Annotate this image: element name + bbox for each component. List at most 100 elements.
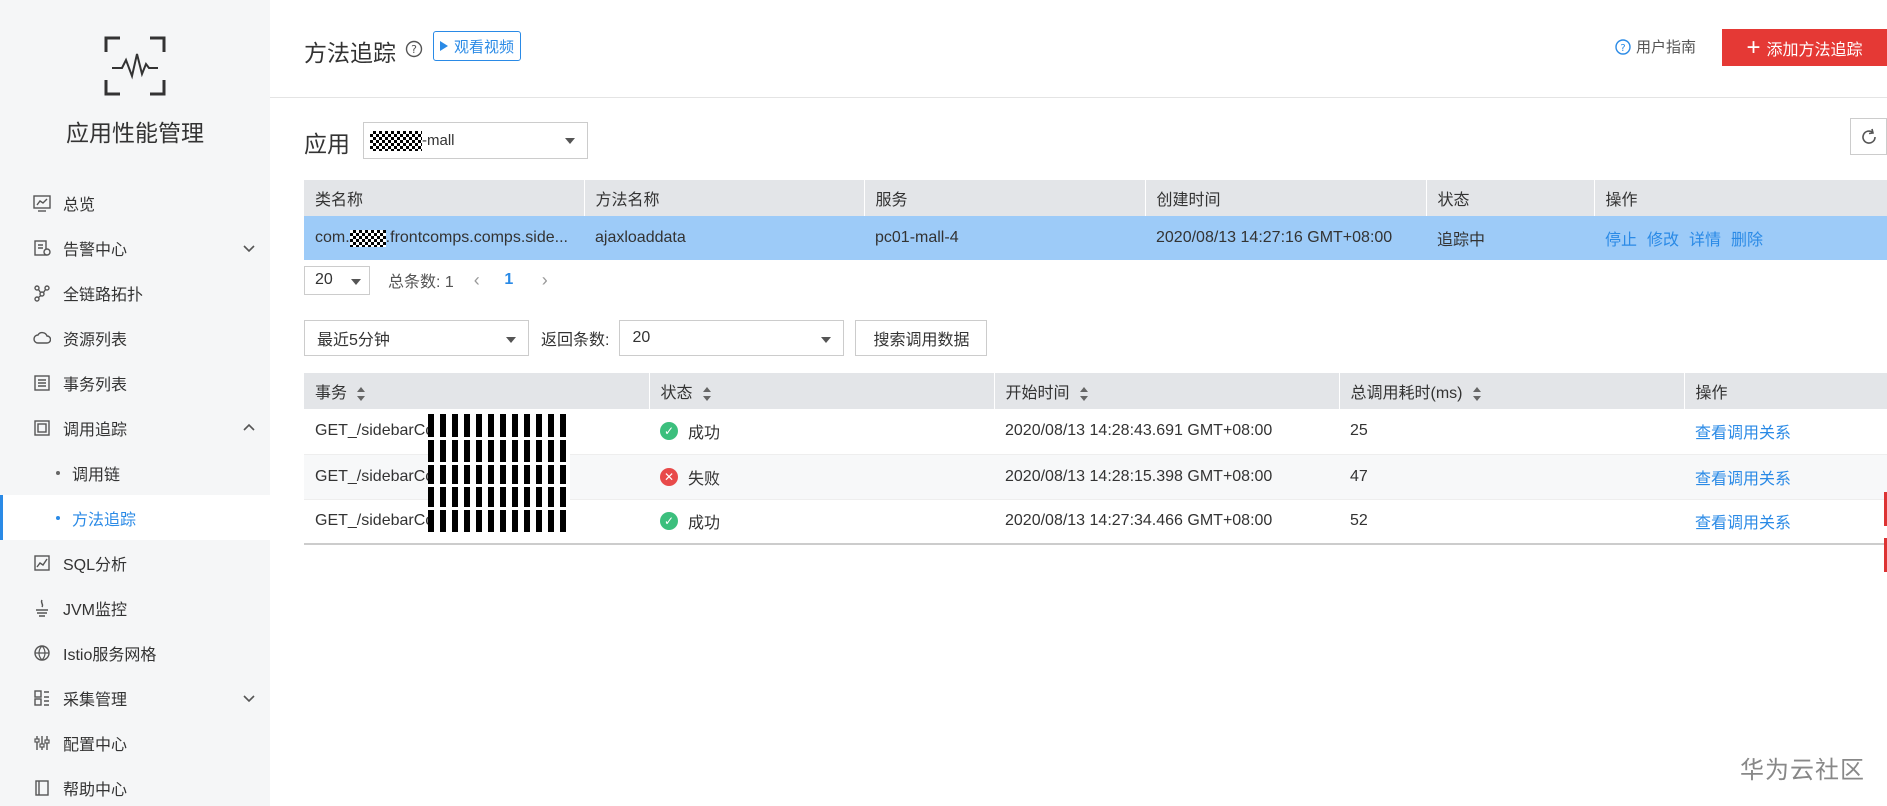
created-time-cell: 2020/08/13 14:27:16 GMT+08:00: [1145, 216, 1426, 260]
watch-video-button[interactable]: 观看视频: [433, 31, 522, 61]
list-icon: [32, 373, 52, 393]
sidebar-item-resources[interactable]: 资源列表: [0, 315, 270, 360]
table-header-row: 事务 状态 开始时间 总调用耗时(ms) 操作: [304, 373, 1887, 409]
status-text: 成功: [688, 515, 721, 533]
add-method-trace-button[interactable]: + 添加方法追踪: [1722, 29, 1887, 66]
mask-gap: [428, 507, 570, 510]
sidebar-item-sql[interactable]: SQL分析: [0, 540, 270, 585]
class-name-cell: com. .frontcomps.comps.side...: [304, 216, 584, 260]
java-icon: [32, 598, 52, 618]
redacted-mask: [428, 410, 570, 532]
page-number[interactable]: 1: [496, 271, 522, 289]
actions-cell: 查看调用关系: [1684, 454, 1887, 500]
table-row[interactable]: com. .frontcomps.comps.side... ajaxloadd…: [304, 216, 1887, 260]
column-header-duration[interactable]: 总调用耗时(ms): [1338, 373, 1684, 409]
return-count-label: 返回条数:: [541, 332, 610, 349]
search-call-data-button[interactable]: 搜索调用数据: [855, 320, 988, 356]
transaction-name: GET_/sidebarCc: [315, 467, 434, 485]
next-page-icon[interactable]: ›: [532, 270, 558, 291]
sidebar-item-alarm[interactable]: 告警中心: [0, 225, 270, 270]
method-trace-table: 类名称 方法名称 服务 创建时间 状态 操作 com. .frontcomps.…: [304, 180, 1887, 260]
transaction-name: GET_/sidebarCc: [315, 512, 434, 530]
redacted-mask: [370, 130, 422, 151]
sort-icon: [1472, 386, 1481, 401]
return-count-value: 20: [632, 329, 651, 346]
plus-icon: +: [1746, 33, 1761, 61]
chevron-down-icon: [243, 245, 255, 253]
sidebar-item-help[interactable]: 帮助中心: [0, 765, 270, 806]
caret-down-icon: [565, 138, 575, 144]
refresh-button[interactable]: [1850, 118, 1887, 155]
sidebar-subitem-label: 方法追踪: [72, 511, 137, 529]
sidebar-subitem-call-chain[interactable]: 调用链: [0, 450, 270, 495]
chevron-up-icon: [243, 423, 255, 431]
edit-link[interactable]: 修改: [1647, 232, 1679, 249]
column-header-label: 事务: [315, 385, 348, 402]
details-link[interactable]: 详情: [1689, 232, 1721, 249]
chevron-down-icon: [243, 695, 255, 703]
sidebar-item-label: 帮助中心: [63, 781, 128, 799]
watch-video-label: 观看视频: [454, 38, 515, 56]
start-time-cell: 2020/08/13 14:28:15.398 GMT+08:00: [994, 454, 1339, 500]
stop-link[interactable]: 停止: [1605, 232, 1637, 249]
sidebar-item-trace[interactable]: 调用追踪: [0, 405, 270, 450]
sidebar-item-transactions[interactable]: 事务列表: [0, 360, 270, 405]
bullet-dot: [56, 470, 60, 475]
sidebar-item-config[interactable]: 配置中心: [0, 720, 270, 765]
column-header: 操作: [1593, 180, 1887, 216]
page-title: 方法追踪: [304, 40, 396, 66]
prev-page-icon[interactable]: ‹: [464, 270, 490, 291]
page-size-select[interactable]: 20: [304, 265, 370, 295]
redacted-mask: [349, 229, 386, 247]
time-range-select[interactable]: 最近5分钟: [304, 320, 529, 356]
column-header-label: 总调用耗时(ms): [1350, 385, 1463, 402]
view-call-relation-link[interactable]: 查看调用关系: [1695, 471, 1791, 488]
column-header: 方法名称: [583, 180, 864, 216]
bullet-dot: [56, 515, 60, 520]
start-time-cell: 2020/08/13 14:28:43.691 GMT+08:00: [994, 409, 1339, 455]
sidebar-item-overview[interactable]: 总览: [0, 180, 270, 225]
return-count-select[interactable]: 20: [619, 320, 845, 356]
table-header-row: 类名称 方法名称 服务 创建时间 状态 操作: [304, 180, 1887, 216]
duration-cell: 52: [1339, 499, 1684, 545]
mesh-icon: [32, 643, 52, 663]
error-x-icon: ✕: [660, 467, 678, 486]
question-circle-icon[interactable]: ?: [405, 40, 423, 58]
sidebar-item-topology[interactable]: 全链路拓扑: [0, 270, 270, 315]
app-select-value: -mall: [422, 132, 455, 149]
sidebar-item-label: JVM监控: [63, 601, 128, 619]
status-cell: 追踪中: [1426, 216, 1594, 260]
mask-gap: [428, 437, 570, 440]
delete-link[interactable]: 删除: [1731, 232, 1763, 249]
actions-cell: 停止 修改 详情 删除: [1594, 216, 1887, 260]
sidebar-item-label: Istio服务网格: [63, 646, 157, 664]
sidebar-subitem-method-trace[interactable]: 方法追踪: [0, 495, 270, 540]
sidebar-subitem-label: 调用链: [72, 466, 121, 484]
column-header: 状态: [1425, 180, 1594, 216]
settings-icon: [32, 733, 52, 753]
sort-icon: [1079, 386, 1088, 401]
view-call-relation-link[interactable]: 查看调用关系: [1695, 515, 1791, 532]
question-circle-icon: ?: [1615, 38, 1631, 55]
sidebar-item-jvm[interactable]: JVM监控: [0, 585, 270, 630]
app-label: 应用: [304, 131, 350, 157]
play-icon: [440, 41, 448, 51]
column-header-start-time[interactable]: 开始时间: [993, 373, 1339, 409]
view-call-relation-link[interactable]: 查看调用关系: [1695, 425, 1791, 442]
caret-down-icon: [351, 278, 361, 285]
transaction-name: GET_/sidebarCc: [315, 422, 434, 440]
sidebar-item-collection[interactable]: 采集管理: [0, 675, 270, 720]
column-header-status[interactable]: 状态: [648, 373, 994, 409]
sidebar-item-istio[interactable]: Istio服务网格: [0, 630, 270, 675]
duration-cell: 25: [1339, 409, 1684, 455]
app-select[interactable]: -mall: [363, 122, 588, 159]
column-header-label: 状态: [660, 385, 693, 402]
refresh-icon: [1861, 128, 1876, 144]
svg-text:?: ?: [411, 43, 417, 56]
user-guide-link[interactable]: ? 用户指南: [1615, 36, 1696, 57]
column-header-transaction[interactable]: 事务: [304, 373, 649, 409]
cloud-icon: [32, 328, 52, 348]
add-method-trace-label: 添加方法追踪: [1766, 41, 1863, 59]
sidebar-item-label: 总览: [63, 196, 96, 214]
mask-gap: [428, 462, 570, 465]
